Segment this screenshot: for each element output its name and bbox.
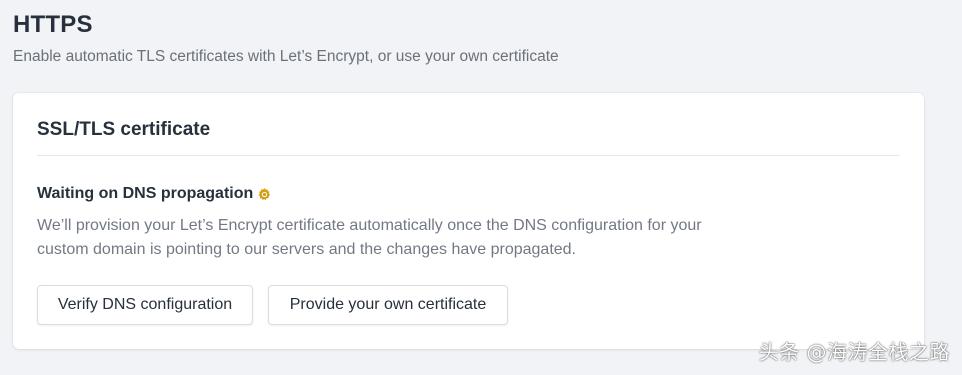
section-title: HTTPS (13, 11, 93, 38)
ssl-tls-card: SSL/TLS certificate Waiting on DNS propa… (13, 93, 924, 349)
gear-icon (257, 187, 272, 202)
section-subtitle: Enable automatic TLS certificates with L… (13, 48, 559, 65)
https-section-header: HTTPS Enable automatic TLS certificates … (13, 10, 559, 67)
card-title: SSL/TLS certificate (37, 119, 211, 140)
status-description: We’ll provision your Let’s Encrypt certi… (37, 217, 702, 258)
provide-own-certificate-button[interactable]: Provide your own certificate (268, 285, 508, 325)
status-row: Waiting on DNS propagation (37, 184, 272, 204)
watermark: 头条 @海涛全栈之路 (758, 340, 950, 364)
verify-dns-button[interactable]: Verify DNS configuration (37, 285, 253, 325)
card-divider (37, 155, 900, 156)
status-title: Waiting on DNS propagation (37, 185, 254, 202)
